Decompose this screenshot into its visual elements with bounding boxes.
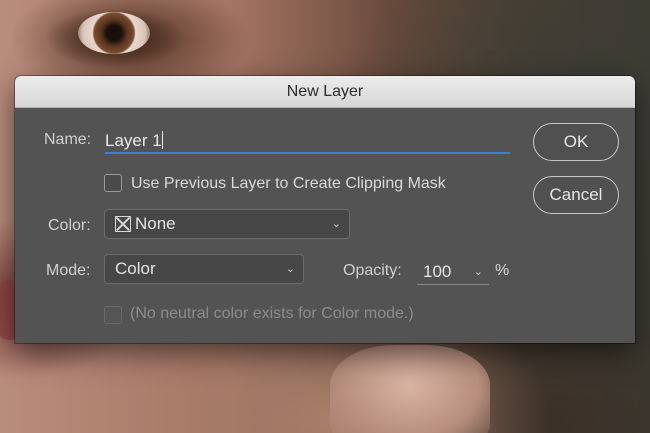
photo-hand: [330, 345, 490, 433]
opacity-field[interactable]: 100 ⌄: [417, 261, 489, 285]
text-caret: [161, 131, 163, 149]
mode-select-value: Color: [115, 259, 156, 278]
mode-label: Mode:: [46, 262, 91, 279]
neutral-color-checkbox: [104, 306, 122, 324]
clipping-mask-checkbox[interactable]: [104, 174, 122, 192]
clipping-mask-label[interactable]: Use Previous Layer to Create Clipping Ma…: [131, 175, 446, 193]
dialog-titlebar[interactable]: New Layer: [15, 76, 635, 108]
opacity-unit: %: [495, 262, 510, 279]
photo-eye: [78, 12, 150, 54]
mode-select[interactable]: Color ⌄: [104, 254, 304, 284]
chevron-down-icon[interactable]: ⌄: [474, 261, 483, 283]
x-box-icon: [115, 216, 131, 232]
cancel-button[interactable]: Cancel: [533, 176, 619, 214]
name-label: Name:: [44, 131, 92, 148]
new-layer-dialog: New Layer Name: Layer 1 Use Previous Lay…: [15, 76, 635, 343]
color-label: Color:: [48, 217, 91, 234]
name-field-value: Layer 1: [105, 131, 162, 150]
color-select-value: None: [135, 214, 176, 233]
neutral-color-label: (No neutral color exists for Color mode.…: [130, 305, 414, 322]
ok-button[interactable]: OK: [533, 123, 619, 161]
chevron-down-icon: ⌄: [285, 263, 295, 275]
name-field[interactable]: Layer 1: [105, 128, 510, 154]
opacity-value: 100: [423, 262, 452, 281]
chevron-down-icon: ⌄: [331, 218, 341, 230]
color-select[interactable]: None ⌄: [104, 209, 350, 239]
opacity-label: Opacity:: [343, 262, 402, 279]
dialog-title: New Layer: [286, 82, 364, 100]
